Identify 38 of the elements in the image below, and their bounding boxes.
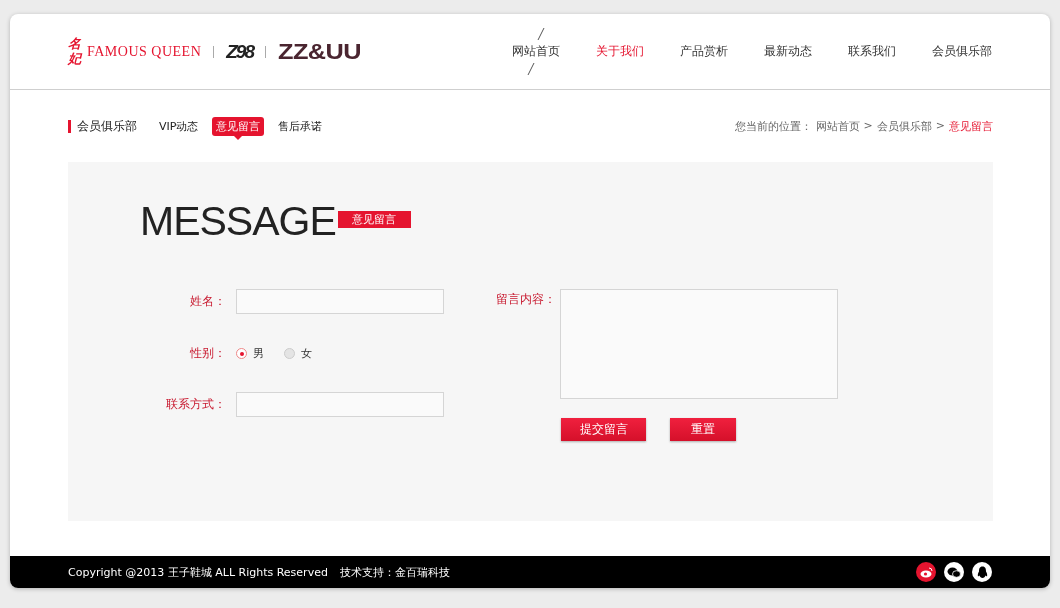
nav-link[interactable]: 关于我们	[596, 28, 644, 75]
section-title: 会员俱乐部	[68, 119, 137, 133]
field-label: 联系方式：	[165, 396, 227, 413]
heading-badge: 意见留言	[337, 210, 411, 228]
breadcrumb-link[interactable]: 意见留言	[949, 118, 993, 134]
radio-button[interactable]	[236, 348, 247, 359]
radio-label: 男	[253, 346, 264, 361]
breadcrumb-separator: >	[863, 118, 873, 134]
nav-link[interactable]: 联系我们	[848, 28, 896, 75]
reset-button[interactable]: 重置	[670, 418, 736, 441]
sub-nav-tab[interactable]: 售后承诺	[274, 116, 327, 136]
nav-link[interactable]: 最新动态	[764, 28, 812, 75]
field-label: 姓名：	[189, 293, 227, 310]
brand-logo-text: FAMOUS QUEEN	[87, 43, 202, 60]
sub-nav-tab[interactable]: VIP动态	[155, 116, 203, 136]
nav-link[interactable]: 会员俱乐部	[932, 28, 992, 75]
field-label: 留言内容：	[496, 291, 557, 308]
breadcrumb-separator: >	[935, 118, 945, 134]
breadcrumb-label: 您当前的位置：	[734, 118, 812, 134]
breadcrumb-link[interactable]: 会员俱乐部	[876, 118, 932, 134]
support-text: 技术支持：金百瑞科技	[339, 564, 450, 580]
page-heading: MESSAGE	[140, 197, 336, 245]
radio-label: 女	[301, 346, 312, 361]
radio-button[interactable]	[284, 348, 295, 359]
copyright-text: Copyright @2013 王子鞋城 ALL Rights Reserved	[68, 564, 328, 580]
submit-button[interactable]: 提交留言	[561, 418, 646, 441]
brand-logo-text: ZZ&UU	[278, 38, 361, 65]
nav-link[interactable]: 网站首页	[512, 28, 560, 75]
name-input[interactable]	[236, 289, 444, 314]
contact-input[interactable]	[236, 392, 444, 417]
brand-logo-text: Z98	[226, 40, 253, 63]
field-label: 性别：	[189, 345, 227, 362]
nav-link[interactable]: 产品赏析	[680, 28, 728, 75]
breadcrumb-link[interactable]: 网站首页	[815, 118, 860, 134]
penguin-icon[interactable]	[972, 562, 992, 582]
brand-logo-cn: 名妃	[68, 37, 81, 66]
weibo-icon[interactable]	[916, 562, 936, 582]
chat-icon[interactable]	[944, 562, 964, 582]
